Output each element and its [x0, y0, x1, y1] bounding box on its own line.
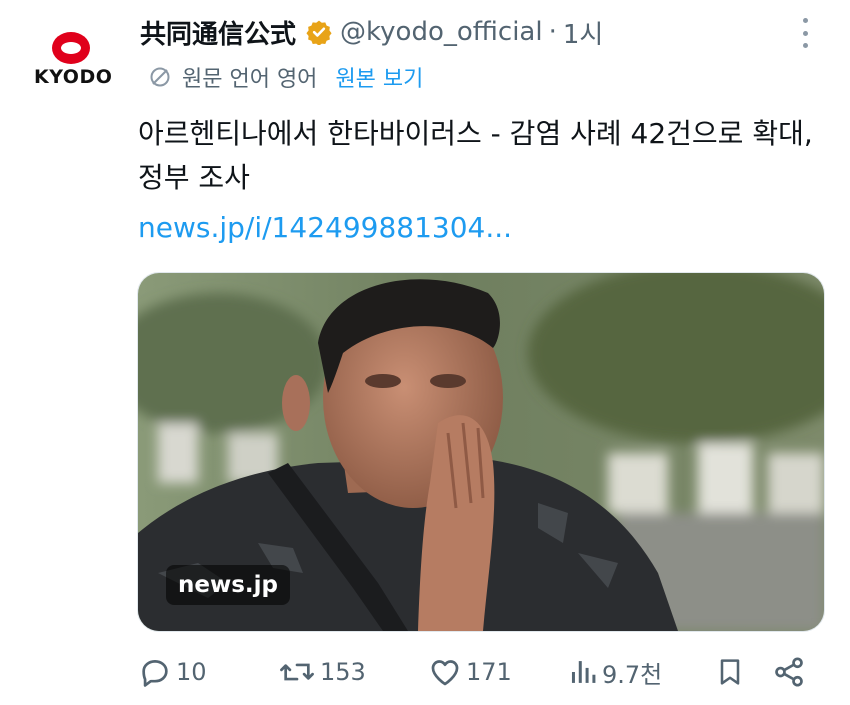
share-icon	[775, 657, 803, 687]
action-bar: 10 153 171 9.7천	[138, 648, 828, 696]
translate-icon	[150, 67, 170, 87]
user-handle[interactable]: @kyodo_official	[340, 17, 543, 47]
display-name[interactable]: 共同通信公式	[140, 14, 296, 51]
timestamp[interactable]: 1시	[563, 14, 603, 51]
separator-dot: ·	[548, 17, 557, 47]
tweet-text: 아르헨티나에서 한타바이러스 - 감염 사례 42건으로 확대, 정부 조사	[138, 117, 813, 194]
like-icon	[431, 660, 459, 686]
retweet-count: 153	[320, 658, 366, 686]
views-button[interactable]: 9.7천	[568, 648, 662, 696]
more-icon[interactable]	[795, 18, 815, 48]
media-source-label: news.jp	[166, 565, 290, 605]
translation-row: 원문 언어 영어 원본 보기	[148, 60, 423, 94]
tweet-header: 共同通信公式 @kyodo_official · 1시	[140, 12, 603, 52]
retweet-button[interactable]: 153	[278, 648, 366, 696]
avatar-logo-text: KYODO	[34, 66, 113, 88]
translation-label: 원문 언어 영어	[182, 67, 318, 92]
tweet-link[interactable]: news.jp/i/142499881304...	[138, 208, 512, 248]
bookmark-icon	[720, 659, 740, 685]
like-button[interactable]: 171	[428, 648, 512, 696]
reply-button[interactable]: 10	[138, 648, 207, 696]
bookmark-button[interactable]	[714, 648, 750, 696]
verified-badge-icon	[306, 20, 332, 45]
like-count: 171	[466, 658, 512, 686]
reply-icon	[142, 660, 168, 687]
show-original-link[interactable]: 원본 보기	[335, 61, 423, 93]
share-button[interactable]	[772, 648, 810, 696]
views-count: 9.7천	[602, 660, 663, 689]
retweet-icon	[280, 663, 314, 681]
views-icon	[571, 661, 596, 683]
kyodo-logo-icon	[52, 32, 90, 64]
reply-count: 10	[176, 658, 207, 686]
avatar[interactable]: KYODO	[22, 22, 122, 102]
